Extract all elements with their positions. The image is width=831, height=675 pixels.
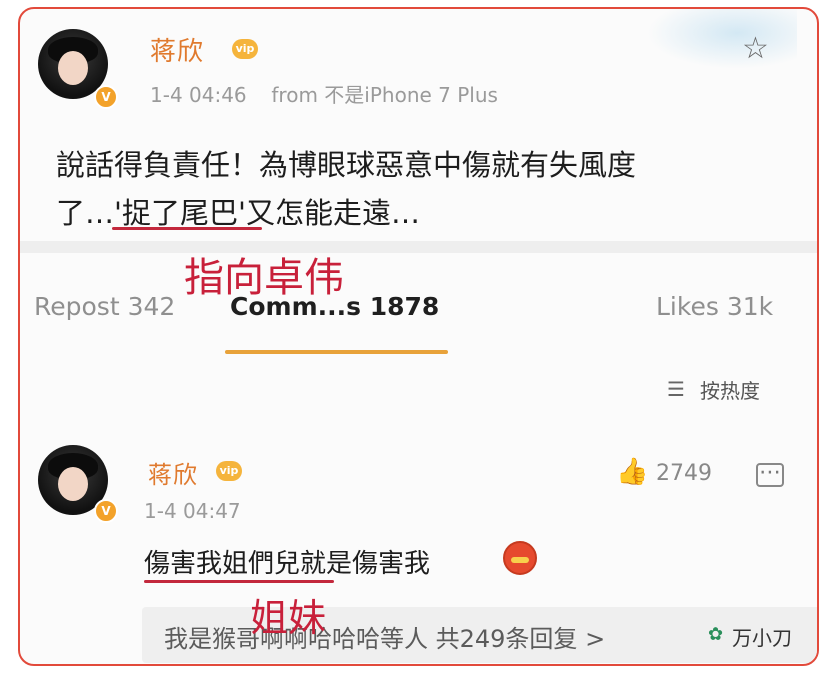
annotation-note-2: 姐妹	[250, 596, 327, 640]
section-divider	[20, 241, 817, 253]
post-text: 說話得負責任！為博眼球惡意中傷就有失風度 了…'捉了尾巴'又怎能走遠…	[56, 141, 796, 237]
post-timestamp: 1-4 04:46	[150, 83, 247, 107]
red-underline-2	[144, 580, 334, 583]
comment-author-name[interactable]: 蒋欣	[148, 455, 198, 490]
decorative-header-art	[647, 9, 797, 69]
post-meta: 1-4 04:46 from 不是iPhone 7 Plus	[150, 79, 498, 108]
repost-count[interactable]: Repost 342	[34, 292, 175, 321]
comment-like-count[interactable]: 2749	[656, 461, 712, 486]
active-tab-indicator	[225, 350, 448, 354]
red-underline-1	[112, 227, 262, 230]
comment-timestamp: 1-4 04:47	[144, 499, 241, 523]
verified-badge-icon: V	[94, 85, 118, 109]
sort-icon[interactable]: ☰	[667, 377, 685, 401]
wechat-icon: ✿	[708, 624, 724, 645]
thumbs-up-icon[interactable]: 👍	[616, 457, 648, 487]
star-icon[interactable]: ☆	[742, 31, 769, 66]
comment-text: 傷害我姐們兒就是傷害我	[144, 549, 431, 579]
screenshot-frame: V 蒋欣 vip 1-4 04:46 from 不是iPhone 7 Plus …	[18, 7, 819, 666]
sort-by-hot[interactable]: 按热度	[700, 375, 760, 404]
likes-count[interactable]: Likes 31k	[656, 292, 773, 321]
comments-tab[interactable]: Comm...s 1878	[230, 292, 439, 321]
comment-icon[interactable]: ⋯	[756, 462, 784, 487]
watermark-text: 万小刀	[732, 626, 792, 650]
verified-badge-icon: V	[94, 499, 118, 523]
post-text-line1: 說話得負責任！為博眼球惡意中傷就有失風度	[56, 148, 637, 182]
post-author-name[interactable]: 蒋欣	[150, 31, 204, 68]
vip-badge-icon: vip	[232, 39, 258, 59]
vip-badge-icon: vip	[216, 461, 242, 481]
replies-text[interactable]: 我是猴哥啊啊哈哈哈等人 共249条回复 >	[164, 619, 605, 654]
highlighted-phrase: 捉了尾巴	[121, 196, 238, 230]
angry-emoji-icon	[503, 541, 537, 575]
post-source: from 不是iPhone 7 Plus	[271, 83, 498, 107]
